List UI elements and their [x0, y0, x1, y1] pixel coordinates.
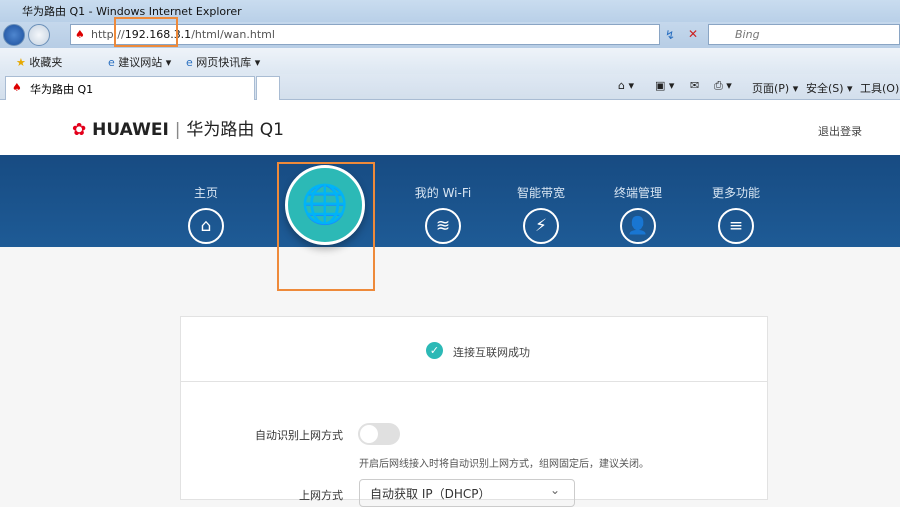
suggested-sites-label: 建议网站 ▾	[118, 56, 172, 69]
web-slice-gallery-link[interactable]: e 网页快讯库 ▾	[186, 54, 260, 70]
home-icon: ⌂	[188, 208, 224, 244]
wifi-icon: ≋	[425, 208, 461, 244]
auto-detect-hint: 开启后网线接入时将自动识别上网方式，组网固定后，建议关闭。	[359, 459, 649, 470]
product-name: 华为路由 Q1	[186, 120, 284, 140]
logout-link[interactable]: 退出登录	[818, 123, 862, 139]
safety-menu[interactable]: 安全(S) ▾	[806, 80, 853, 96]
tab-title: 华为路由 Q1	[30, 83, 94, 96]
wan-settings-card: ✓ 连接互联网成功 自动识别上网方式 开启后网线接入时将自动识别上网方式，组网固…	[180, 316, 768, 507]
print-icon[interactable]: ⎙ ▾	[714, 79, 732, 93]
new-tab-button[interactable]	[256, 76, 280, 100]
nav-highlight-box	[277, 162, 375, 291]
favorites-button[interactable]: ★ 收藏夹	[16, 54, 62, 70]
mail-icon[interactable]: ✉	[690, 79, 699, 92]
url-highlight-box	[114, 17, 178, 47]
main-nav: 主页 ⌂ 我的 Wi-Fi ≋ 智能带宽 ⚡ 终端管理 👤 更多功能 ≡	[0, 155, 900, 247]
router-page: ✿ HUAWEI | 华为路由 Q1 退出登录 主页 ⌂ 我的 Wi-Fi ≋ 智能…	[0, 100, 900, 507]
nav-label: 主页	[193, 186, 218, 200]
search-input[interactable]: Bing	[708, 24, 900, 45]
tools-menu[interactable]: 工具(O)	[860, 80, 899, 96]
globe-bolt-icon: ⚡	[523, 208, 559, 244]
chevron-down-icon: ⌄	[549, 483, 560, 497]
huawei-favicon: ♠	[75, 28, 85, 41]
star-icon: ★	[16, 56, 26, 69]
nav-devices[interactable]: 终端管理 👤	[598, 155, 678, 244]
connection-mode-select[interactable]: 自动获取 IP（DHCP） ⌄	[359, 479, 575, 507]
page-menu[interactable]: 页面(P) ▾	[752, 80, 798, 96]
back-button[interactable]	[3, 24, 25, 46]
nav-label: 更多功能	[711, 186, 760, 200]
divider	[181, 381, 767, 382]
favorites-bar: ★ 收藏夹 e 建议网站 ▾ e 网页快讯库 ▾	[0, 48, 900, 74]
nav-more[interactable]: 更多功能 ≡	[696, 155, 776, 244]
refresh-icon[interactable]: ↯	[665, 28, 675, 42]
mode-value: 自动获取 IP（DHCP）	[370, 487, 491, 501]
url-path: /html/wan.html	[191, 28, 275, 41]
forward-button[interactable]	[28, 24, 50, 46]
huawei-logo-icon: ✿	[72, 120, 87, 140]
nav-home[interactable]: 主页 ⌂	[166, 155, 246, 244]
stop-icon[interactable]: ✕	[688, 27, 698, 41]
page-header: ✿ HUAWEI | 华为路由 Q1 退出登录	[0, 100, 900, 155]
nav-bandwidth[interactable]: 智能带宽 ⚡	[501, 155, 581, 244]
nav-label: 智能带宽	[516, 186, 565, 200]
auto-detect-label: 自动识别上网方式	[255, 429, 343, 442]
web-slice-gallery-label: 网页快讯库 ▾	[196, 56, 261, 69]
menu-icon: ≡	[718, 208, 754, 244]
connection-status: 连接互联网成功	[453, 346, 530, 359]
brand-name: HUAWEI	[92, 120, 169, 140]
nav-label: 终端管理	[613, 186, 662, 200]
huawei-favicon: ♠	[12, 81, 22, 94]
suggested-sites-link[interactable]: e 建议网站 ▾	[108, 54, 171, 70]
home-icon[interactable]: ⌂ ▾	[618, 79, 634, 92]
favorites-label: 收藏夹	[29, 56, 63, 69]
nav-label: 我的 Wi-Fi	[414, 186, 472, 200]
tab-row: ♠ 华为路由 Q1 ⌂ ▾ ▣ ▾ ✉ ⎙ ▾ 页面(P) ▾ 安全(S) ▾ 工…	[0, 74, 900, 100]
nav-wifi[interactable]: 我的 Wi-Fi ≋	[403, 155, 483, 244]
user-icon: 👤	[620, 208, 656, 244]
ie-icon: e	[108, 56, 115, 69]
logo: ✿ HUAWEI | 华为路由 Q1	[72, 120, 284, 140]
mode-label: 上网方式	[299, 489, 343, 502]
check-icon: ✓	[426, 342, 443, 359]
feed-icon[interactable]: ▣ ▾	[655, 79, 674, 92]
browser-tab[interactable]: ♠ 华为路由 Q1	[5, 76, 255, 100]
ie-icon: e	[186, 56, 193, 69]
auto-detect-toggle[interactable]	[358, 423, 400, 445]
